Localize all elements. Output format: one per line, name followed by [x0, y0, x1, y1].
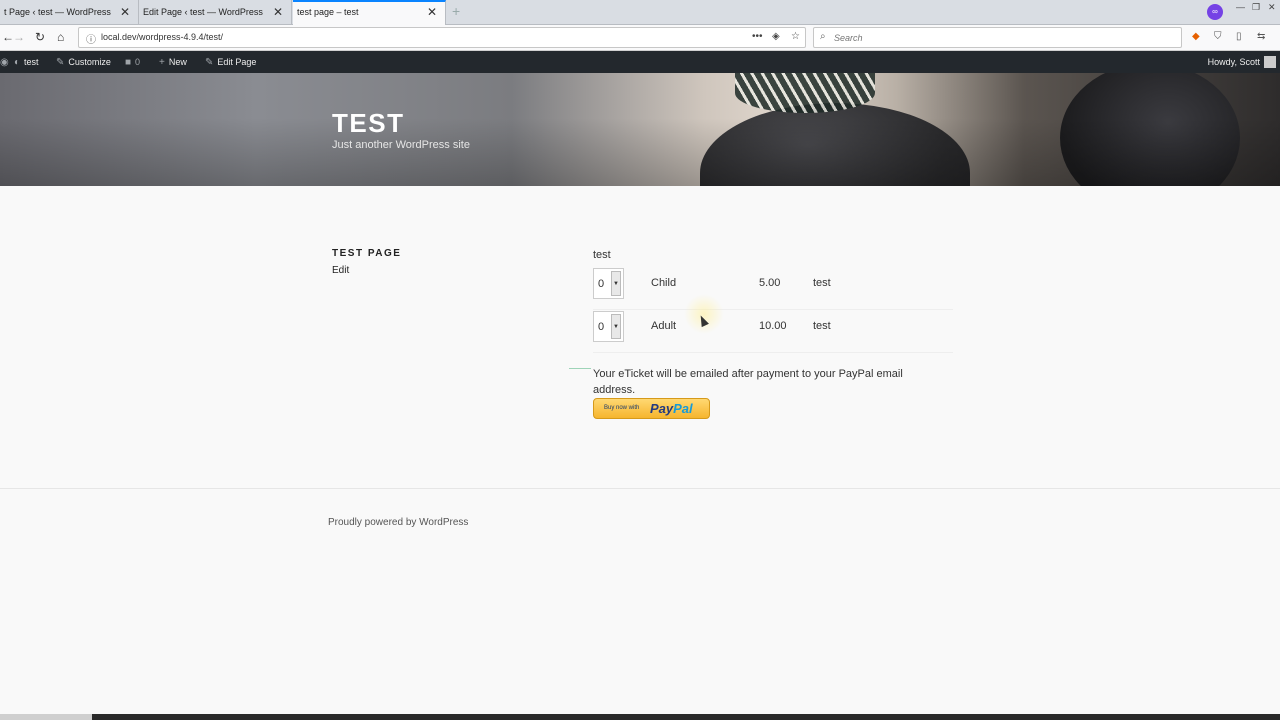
paypal-buy-now-button[interactable]: Buy now with PayPal [593, 398, 710, 419]
footer-divider [0, 488, 1280, 489]
pocket-icon[interactable]: ◈ [772, 31, 780, 42]
url-bar[interactable]: ⓘ local.dev/wordpress-4.9.4/test/ ••• ◈ … [78, 27, 806, 48]
comment-icon: ■ [125, 57, 132, 68]
page-actions-icon[interactable]: ••• [752, 31, 763, 42]
brush-icon: ✎ [56, 57, 65, 68]
dashboard-icon: ◐ [14, 57, 21, 68]
window-close-icon[interactable]: ✕ [1268, 2, 1276, 13]
close-icon[interactable]: ✕ [273, 0, 283, 25]
quantity-select[interactable]: 0 ▼ [593, 268, 624, 299]
admin-new-link[interactable]: + New [159, 51, 187, 73]
minimize-icon[interactable]: — [1236, 2, 1245, 12]
ticket-form-heading: test [593, 249, 611, 261]
home-icon[interactable]: ⌂ [57, 30, 64, 44]
ticket-description: test [813, 320, 831, 332]
admin-comments-link[interactable]: ■ 0 [125, 51, 140, 73]
eticket-note: Your eTicket will be emailed after payme… [593, 368, 903, 396]
ticket-row-adult: 0 ▼ Adult 10.00 test [593, 311, 953, 353]
ticket-name: Child [651, 277, 677, 289]
nav-bar: ← → ↻ ⌂ ⓘ local.dev/wordpress-4.9.4/test… [0, 25, 1280, 51]
ticket-description: test [813, 277, 831, 289]
bookmark-star-icon[interactable]: ☆ [791, 31, 800, 42]
wp-admin-bar: ◉ ◐ test ✎ Customize ■ 0 + New ✎ Edit Page Ho… [0, 51, 1280, 73]
tab-test-page[interactable]: test page – test ✕ [293, 0, 446, 25]
private-mask-icon[interactable]: ∞ [1207, 4, 1223, 20]
site-header: TEST Just another WordPress site [0, 73, 1280, 186]
search-icon: ⌕ [820, 31, 826, 42]
search-bar[interactable]: ⌕ [813, 27, 1182, 48]
chevron-down-icon[interactable]: ▼ [611, 271, 621, 296]
tab-bar: t Page ‹ test — WordPress ✕ Edit Page ‹ … [0, 0, 1280, 25]
wp-logo-icon[interactable]: ◉ [0, 51, 13, 73]
taskbar-strip [0, 714, 1280, 720]
info-icon[interactable]: ⓘ [86, 31, 96, 46]
close-icon[interactable]: ✕ [120, 0, 130, 25]
sync-icon[interactable]: ⇆ [1257, 31, 1265, 42]
chevron-down-icon[interactable]: ▼ [611, 314, 621, 339]
ticket-price: 10.00 [759, 320, 787, 332]
restore-icon[interactable]: ❐ [1252, 2, 1260, 13]
page-title: TEST PAGE [332, 248, 402, 259]
admin-edit-page-link[interactable]: ✎ Edit Page [205, 51, 256, 73]
avatar[interactable] [1264, 56, 1276, 68]
search-input[interactable] [834, 30, 1174, 46]
paypal-logo: PayPal [650, 401, 693, 416]
tab-page-wordpress[interactable]: t Page ‹ test — WordPress ✕ [0, 0, 139, 25]
footer-credit-link[interactable]: Proudly powered by WordPress [328, 517, 468, 528]
ticket-name: Adult [651, 320, 677, 332]
reload-icon[interactable]: ↻ [35, 30, 45, 44]
header-shade [0, 73, 1280, 186]
new-tab-icon[interactable]: + [452, 3, 460, 19]
edit-link[interactable]: Edit [332, 265, 349, 276]
taskbar-item [0, 714, 92, 720]
shield-icon[interactable]: ⛉ [1214, 31, 1222, 42]
url-text[interactable]: local.dev/wordpress-4.9.4/test/ [101, 32, 223, 42]
admin-customize-link[interactable]: ✎ Customize [56, 51, 111, 73]
tab-edit-page[interactable]: Edit Page ‹ test — WordPress ✕ [139, 0, 292, 25]
howdy-user[interactable]: Howdy, Scott [1208, 51, 1260, 73]
quantity-select[interactable]: 0 ▼ [593, 311, 624, 342]
clipboard-icon[interactable]: ▯ [1236, 31, 1242, 42]
forward-icon[interactable]: → [13, 30, 25, 44]
pencil-icon: ✎ [205, 57, 214, 68]
extension-fox-icon[interactable]: ◆ [1192, 31, 1200, 42]
site-title[interactable]: TEST [332, 108, 404, 139]
ticket-price: 5.00 [759, 277, 781, 289]
ticket-row-child: 0 ▼ Child 5.00 test [593, 268, 953, 310]
plus-icon: + [159, 57, 165, 68]
close-icon[interactable]: ✕ [427, 2, 437, 23]
decorative-mark [569, 357, 591, 369]
admin-site-link[interactable]: ◐ test [14, 51, 39, 73]
site-description: Just another WordPress site [332, 139, 470, 151]
